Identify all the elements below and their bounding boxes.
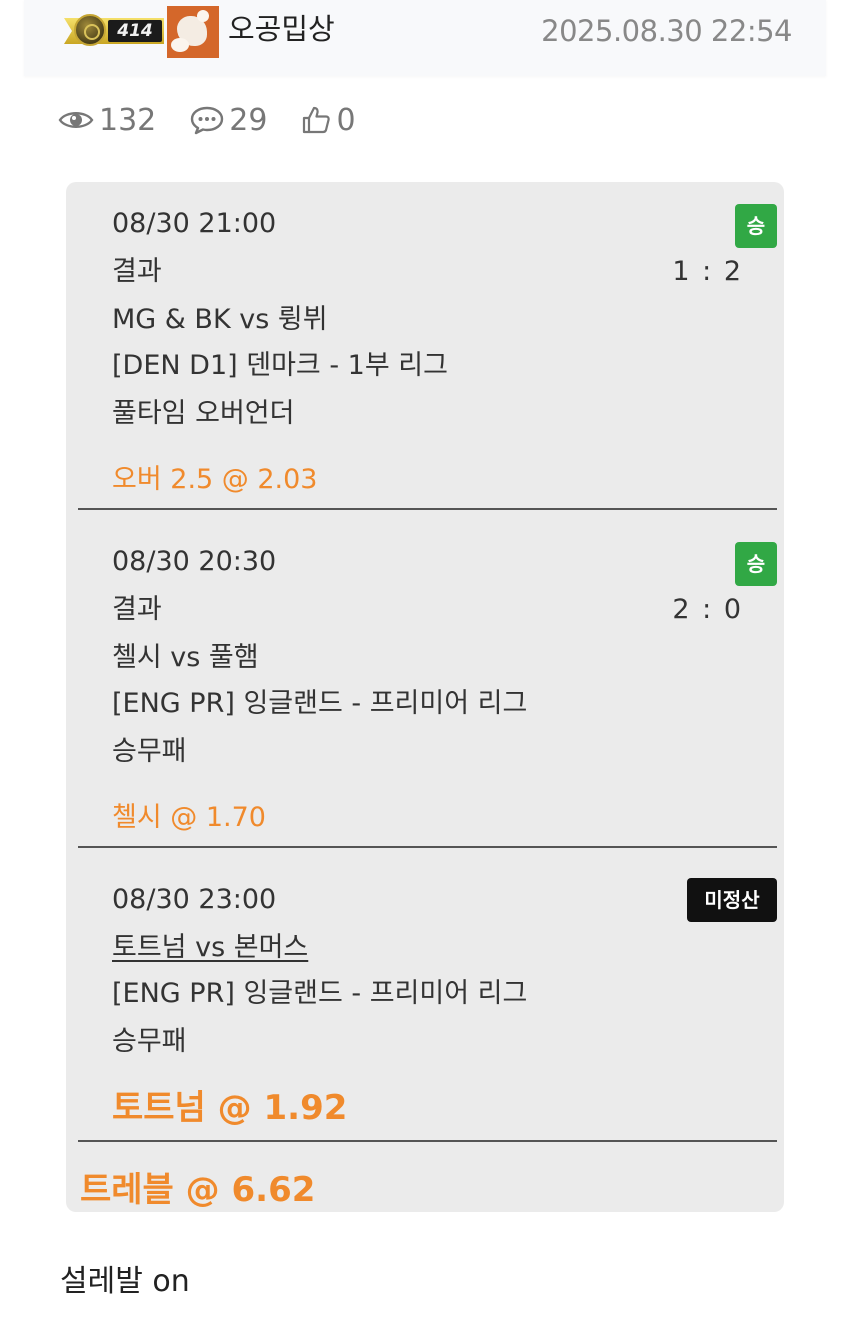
level-badge: 414 xyxy=(64,12,164,48)
eye-icon xyxy=(58,108,94,132)
bet-item: 미정산 08/30 23:00 토트넘 vs 본머스 [ENG PR] 잉글랜드… xyxy=(78,878,777,1144)
thumbs-up-icon xyxy=(301,105,331,135)
market-name: 승무패 xyxy=(112,736,187,767)
bet-datetime: 08/30 21:00 xyxy=(112,208,277,239)
match-title: MG & BK vs 륑뷔 xyxy=(112,304,328,335)
bet-datetime: 08/30 23:00 xyxy=(112,884,277,915)
bet-pick: 오버 2.5 @ 2.03 xyxy=(112,464,318,495)
view-count: 132 xyxy=(58,103,156,138)
league-name: [ENG PR] 잉글랜드 - 프리미어 리그 xyxy=(112,978,528,1009)
league-name: [ENG PR] 잉글랜드 - 프리미어 리그 xyxy=(112,688,528,719)
level-number: 414 xyxy=(108,20,162,42)
bet-item: 승 08/30 20:30 결과 2 : 0 첼시 vs 풀햄 [ENG PR]… xyxy=(78,540,777,850)
status-badge: 승 xyxy=(735,542,777,586)
divider xyxy=(78,1140,777,1142)
total-odds: 트레블 @ 6.62 xyxy=(80,1170,316,1210)
like-count[interactable]: 0 xyxy=(301,102,356,138)
avatar[interactable] xyxy=(167,6,219,58)
status-badge: 승 xyxy=(735,204,777,248)
market-name: 승무패 xyxy=(112,1026,187,1057)
match-title: 첼시 vs 풀햄 xyxy=(112,642,259,673)
bet-pick: 첼시 @ 1.70 xyxy=(112,802,266,833)
result-label: 결과 xyxy=(112,594,162,625)
divider xyxy=(78,846,777,848)
post-body-text: 설레발 on xyxy=(60,1264,190,1299)
match-score: 1 : 2 xyxy=(672,256,743,287)
medal-icon xyxy=(74,14,106,46)
author-nickname[interactable]: 오공밉상 xyxy=(228,9,335,49)
match-link[interactable]: 토트넘 vs 본머스 xyxy=(112,930,308,966)
market-name: 풀타임 오버언더 xyxy=(112,398,295,429)
comment-count-value: 29 xyxy=(229,102,268,138)
comment-icon xyxy=(190,105,224,135)
match-score: 2 : 0 xyxy=(672,594,743,625)
post-datetime: 2025.08.30 22:54 xyxy=(541,14,792,48)
like-count-value: 0 xyxy=(336,102,356,138)
status-badge: 미정산 xyxy=(687,878,777,922)
bet-pick: 토트넘 @ 1.92 xyxy=(112,1088,348,1128)
bet-item: 승 08/30 21:00 결과 1 : 2 MG & BK vs 륑뷔 [DE… xyxy=(78,202,777,512)
comment-count[interactable]: 29 xyxy=(190,103,267,138)
bet-slip-card: 승 08/30 21:00 결과 1 : 2 MG & BK vs 륑뷔 [DE… xyxy=(66,182,784,1212)
divider xyxy=(78,508,777,510)
bet-datetime: 08/30 20:30 xyxy=(112,546,277,577)
post-stats: 132 29 0 xyxy=(58,98,390,142)
result-label: 결과 xyxy=(112,256,162,287)
view-count-value: 132 xyxy=(99,102,157,138)
league-name: [DEN D1] 덴마크 - 1부 리그 xyxy=(112,350,448,381)
